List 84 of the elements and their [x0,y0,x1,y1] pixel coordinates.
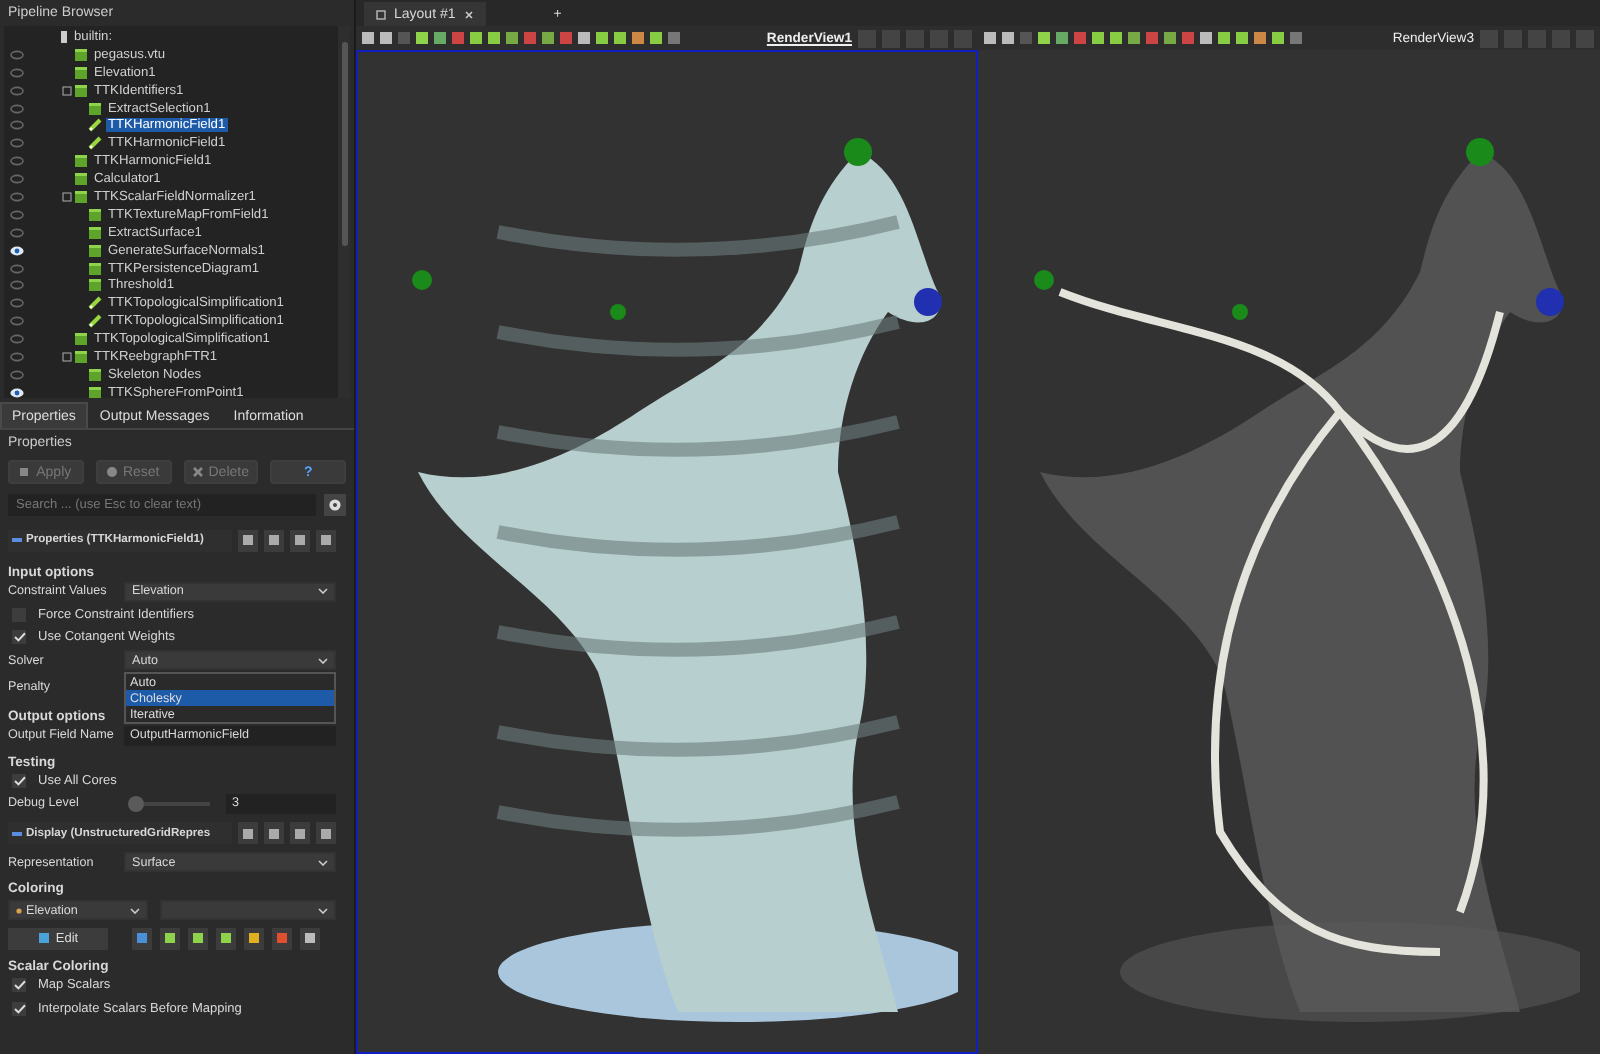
server-icon [60,29,68,44]
eye-icon[interactable] [10,245,24,256]
eye-closed-icon[interactable] [10,351,24,362]
paste-icon [268,534,280,546]
colormap-tool-icon [276,932,288,944]
colormap-tool-icon [192,932,204,944]
pen-icon [88,118,102,133]
caret-icon [318,859,328,866]
colormap-tool-button[interactable] [132,927,152,949]
eye-closed-icon[interactable] [10,120,24,131]
save-icon [320,827,332,839]
save-button[interactable] [316,529,336,551]
cube-icon [88,367,102,382]
pen-icon [88,314,102,329]
caret-icon [318,588,328,595]
eye-closed-icon[interactable] [10,85,24,96]
eye-closed-icon[interactable] [10,156,24,167]
colormap-tool-button[interactable] [160,927,180,949]
eye-closed-icon[interactable] [10,209,24,220]
cube-icon [88,101,102,115]
settings-button[interactable] [324,494,346,516]
pen-icon [88,296,102,311]
save-icon [320,534,332,546]
eye-closed-icon[interactable] [10,298,24,309]
copy-button[interactable] [238,822,258,844]
checkbox[interactable] [12,773,26,788]
restore-icon [294,534,306,546]
restore-button[interactable] [290,529,310,551]
checkbox[interactable] [12,978,26,993]
colormap-tool-button[interactable] [244,927,264,949]
copy-button[interactable] [238,529,258,551]
apply-icon [20,466,33,478]
eye-closed-icon[interactable] [10,191,24,202]
eye-closed-icon[interactable] [10,67,24,78]
paste-icon [268,827,280,839]
cube-icon [88,243,102,258]
caret-icon [318,657,328,664]
cube-icon [88,385,102,398]
eye-icon[interactable] [10,387,24,398]
layout-icon [376,9,386,19]
checkbox[interactable] [12,1001,26,1016]
paste-button[interactable] [264,822,284,844]
point-data-icon [16,907,22,913]
eye-closed-icon[interactable] [10,49,24,60]
colormap-tool-button[interactable] [216,927,236,949]
colormap-tool-icon [136,932,148,944]
copy-icon [242,827,254,839]
caret-icon [130,907,140,913]
cube-icon [74,154,88,169]
cube-icon [74,83,88,98]
colormap-tool-icon [164,932,176,944]
colormap-icon [37,932,50,944]
colormap-tool-icon [220,932,232,944]
cube-icon [88,207,102,222]
colormap-tool-icon [304,932,316,944]
cube-icon [74,65,88,80]
eye-closed-icon[interactable] [10,138,24,149]
restore-button[interactable] [290,822,310,844]
eye-closed-icon[interactable] [10,334,24,345]
cube-icon [74,47,88,62]
restore-icon [294,827,306,839]
eye-closed-icon[interactable] [10,316,24,327]
expand-icon[interactable] [62,191,72,202]
reset-icon [106,466,119,478]
settings-icon [328,498,342,512]
expand-icon[interactable] [62,85,72,96]
colormap-tool-button[interactable] [272,927,292,949]
checkbox[interactable] [12,630,26,645]
cube-icon [88,225,102,240]
paste-button[interactable] [264,529,284,551]
colormap-tool-icon [248,932,260,944]
expand-icon[interactable] [62,351,72,362]
eye-closed-icon[interactable] [10,280,24,291]
copy-icon [242,534,254,546]
delete-icon [192,466,205,478]
caret-icon [318,907,328,913]
pen-icon [88,136,102,151]
eye-closed-icon[interactable] [10,103,24,113]
colormap-tool-button[interactable] [300,927,320,949]
colormap-tool-button[interactable] [188,927,208,949]
eye-closed-icon[interactable] [10,174,24,185]
slider-thumb[interactable] [128,795,144,812]
save-button[interactable] [316,822,336,844]
close-icon[interactable] [463,9,474,19]
